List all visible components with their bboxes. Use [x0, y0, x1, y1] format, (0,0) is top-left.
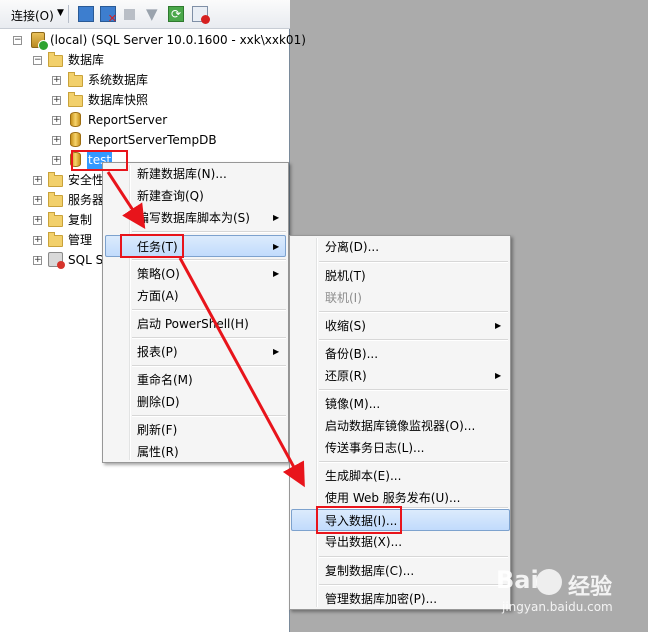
baidu-watermark: Bai 经验 jingyan.baidu.com — [496, 566, 636, 626]
watermark-url: jingyan.baidu.com — [502, 600, 613, 614]
watermark-brand: Bai — [496, 566, 539, 594]
arrow-tasks-to-import — [178, 257, 305, 488]
watermark-cn: 经验 — [568, 575, 613, 600]
annotation-arrows — [106, 171, 305, 488]
screen: 连接(O) ▼ ✕ ▼ ⟳ − (local) (SQL Server 10.0… — [0, 0, 648, 632]
paw-icon — [536, 569, 562, 595]
arrow-test-to-tasks — [106, 171, 146, 230]
